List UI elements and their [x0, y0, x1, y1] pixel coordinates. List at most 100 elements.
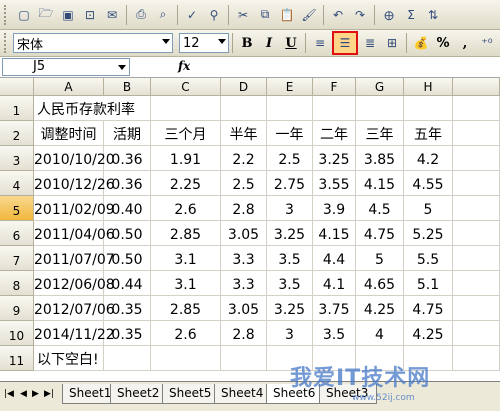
- increase-decimal-icon[interactable]: ⁺⁰: [477, 33, 497, 53]
- row-header-3[interactable]: 3: [0, 146, 34, 171]
- cell-d6[interactable]: 3.05: [221, 221, 267, 246]
- cell-f1[interactable]: [313, 96, 356, 121]
- cell-f4[interactable]: 3.55: [313, 171, 356, 196]
- print-icon[interactable]: ⎙: [131, 5, 151, 25]
- cell-b2[interactable]: 活期: [104, 121, 151, 146]
- cell-b7[interactable]: 0.50: [104, 246, 151, 271]
- spelling-icon[interactable]: ✓: [182, 5, 202, 25]
- copy-icon[interactable]: ⧉: [255, 5, 275, 25]
- format-painter-icon[interactable]: 🖌: [299, 5, 319, 25]
- cell-e1[interactable]: [267, 96, 313, 121]
- column-header-f[interactable]: F: [313, 78, 356, 96]
- cell-d3[interactable]: 2.2: [221, 146, 267, 171]
- cell-f6[interactable]: 4.15: [313, 221, 356, 246]
- cell-h6[interactable]: 5.25: [404, 221, 453, 246]
- last-sheet-icon[interactable]: ▶|: [44, 389, 54, 399]
- cell-g6[interactable]: 4.75: [356, 221, 404, 246]
- cell-f3[interactable]: 3.25: [313, 146, 356, 171]
- toolbar-grip[interactable]: [4, 4, 9, 25]
- cell-e8[interactable]: 3.5: [267, 271, 313, 296]
- currency-icon[interactable]: 💰: [411, 33, 431, 53]
- sort-icon[interactable]: ⇅: [423, 5, 443, 25]
- cell-a2[interactable]: 调整时间: [34, 121, 104, 146]
- column-header-a[interactable]: A: [34, 78, 104, 96]
- cell-extra-5[interactable]: [453, 196, 500, 221]
- cell-b6[interactable]: 0.50: [104, 221, 151, 246]
- cell-g3[interactable]: 3.85: [356, 146, 404, 171]
- percent-button[interactable]: %: [433, 33, 453, 53]
- underline-button[interactable]: U: [281, 33, 301, 53]
- row-header-9[interactable]: 9: [0, 296, 34, 321]
- cell-c4[interactable]: 2.25: [151, 171, 221, 196]
- cell-e7[interactable]: 3.5: [267, 246, 313, 271]
- cell-extra-9[interactable]: [453, 296, 500, 321]
- next-sheet-icon[interactable]: ▶: [32, 389, 39, 399]
- cell-b4[interactable]: 0.36: [104, 171, 151, 196]
- italic-button[interactable]: I: [259, 33, 279, 53]
- cell-g10[interactable]: 4: [356, 321, 404, 346]
- cell-e6[interactable]: 3.25: [267, 221, 313, 246]
- select-all-corner[interactable]: [0, 78, 34, 96]
- row-header-8[interactable]: 8: [0, 271, 34, 296]
- cell-f7[interactable]: 4.4: [313, 246, 356, 271]
- row-header-11[interactable]: 11: [0, 346, 34, 371]
- cell-a11[interactable]: 以下空白!: [34, 346, 104, 371]
- sheet-tab-sheet2[interactable]: Sheet2: [110, 384, 166, 404]
- cell-c5[interactable]: 2.6: [151, 196, 221, 221]
- cell-a7[interactable]: 2011/07/07: [34, 246, 115, 271]
- row-header-6[interactable]: 6: [0, 221, 34, 246]
- cell-b8[interactable]: 0.44: [104, 271, 151, 296]
- cell-c9[interactable]: 2.85: [151, 296, 221, 321]
- cell-extra-8[interactable]: [453, 271, 500, 296]
- toolbar-grip[interactable]: [4, 33, 9, 53]
- hyperlink-icon[interactable]: 🜨: [379, 5, 399, 25]
- cell-e3[interactable]: 2.5: [267, 146, 313, 171]
- cell-b3[interactable]: 0.36: [104, 146, 151, 171]
- cell-h2[interactable]: 五年: [404, 121, 453, 146]
- cell-g9[interactable]: 4.25: [356, 296, 404, 321]
- cell-a3[interactable]: 2010/10/20: [34, 146, 115, 171]
- column-header-extra[interactable]: [453, 78, 500, 96]
- row-header-1[interactable]: 1: [0, 96, 34, 121]
- cell-c8[interactable]: 3.1: [151, 271, 221, 296]
- sheet-tab-sheet4[interactable]: Sheet4: [214, 384, 270, 404]
- cell-d2[interactable]: 半年: [221, 121, 267, 146]
- column-header-b[interactable]: B: [104, 78, 151, 96]
- align-right-button[interactable]: ≣: [360, 33, 380, 53]
- cell-b11[interactable]: [104, 346, 151, 371]
- cell-extra-7[interactable]: [453, 246, 500, 271]
- first-sheet-icon[interactable]: |◀: [4, 389, 14, 399]
- cell-a6[interactable]: 2011/04/06: [34, 221, 115, 246]
- cell-g7[interactable]: 5: [356, 246, 404, 271]
- cell-h4[interactable]: 4.55: [404, 171, 453, 196]
- cell-e9[interactable]: 3.25: [267, 296, 313, 321]
- cell-c10[interactable]: 2.6: [151, 321, 221, 346]
- cell-b9[interactable]: 0.35: [104, 296, 151, 321]
- research-icon[interactable]: ⚲: [204, 5, 224, 25]
- cell-h7[interactable]: 5.5: [404, 246, 453, 271]
- column-header-e[interactable]: E: [267, 78, 313, 96]
- cell-extra-1[interactable]: [453, 96, 500, 121]
- cell-e5[interactable]: 3: [267, 196, 313, 221]
- cell-a4[interactable]: 2010/12/26: [34, 171, 115, 196]
- merge-center-button[interactable]: ⊞: [382, 33, 402, 53]
- cell-b5[interactable]: 0.40: [104, 196, 151, 221]
- cell-g5[interactable]: 4.5: [356, 196, 404, 221]
- spreadsheet-grid[interactable]: A B C D E F G H 1 人民币存款利率 2 调整时间 活期 三个月 半年 一年 二年 三年 五年 3 201…: [0, 78, 500, 381]
- cell-d8[interactable]: 3.3: [221, 271, 267, 296]
- cell-h8[interactable]: 5.1: [404, 271, 453, 296]
- cell-g1[interactable]: [356, 96, 404, 121]
- cell-c2[interactable]: 三个月: [151, 121, 221, 146]
- cell-d1[interactable]: [221, 96, 267, 121]
- cell-g4[interactable]: 4.15: [356, 171, 404, 196]
- bold-button[interactable]: B: [237, 33, 257, 53]
- cell-d10[interactable]: 2.8: [221, 321, 267, 346]
- font-name-select[interactable]: 宋体: [13, 33, 173, 53]
- cell-f10[interactable]: 3.5: [313, 321, 356, 346]
- align-center-button[interactable]: ☰: [332, 31, 358, 55]
- cell-h3[interactable]: 4.2: [404, 146, 453, 171]
- cell-a5[interactable]: 2011/02/09: [34, 196, 115, 221]
- cell-extra-10[interactable]: [453, 321, 500, 346]
- paste-icon[interactable]: 📋: [277, 5, 297, 25]
- row-header-5[interactable]: 5: [0, 196, 34, 221]
